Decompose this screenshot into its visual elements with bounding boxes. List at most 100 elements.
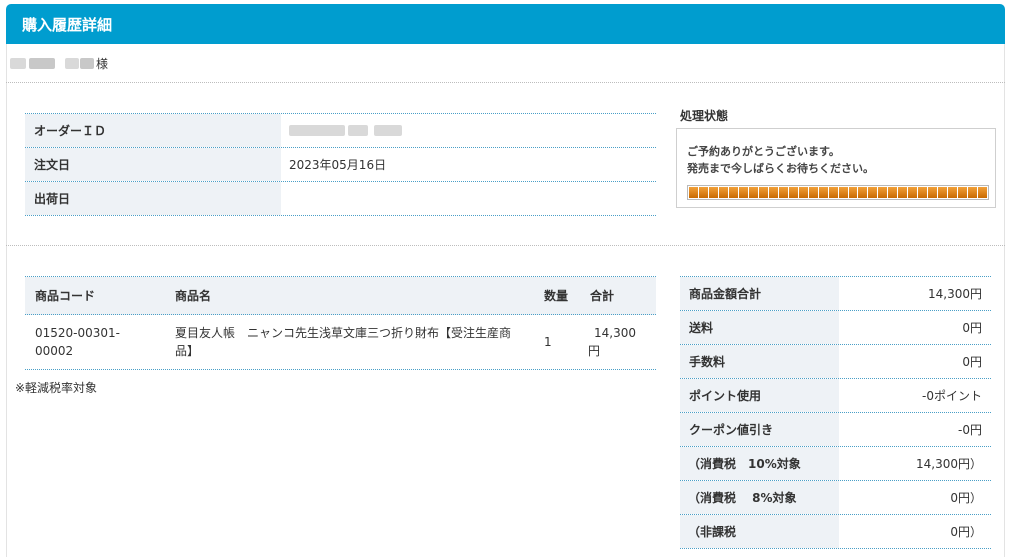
summary-label: （非課税 bbox=[680, 515, 839, 548]
summary-label: 手数料 bbox=[680, 345, 839, 378]
progress-segment bbox=[788, 187, 798, 198]
redacted-order-id bbox=[348, 125, 368, 136]
progress-segment bbox=[758, 187, 768, 198]
item-code: 01520-00301- 00002 bbox=[25, 324, 165, 360]
progress-segment bbox=[908, 187, 918, 198]
progress-segment bbox=[738, 187, 748, 198]
summary-row: 手数料 0円 bbox=[680, 345, 991, 379]
summary-row: （消費税 10%対象 14,300円） bbox=[680, 447, 991, 481]
progress-segment bbox=[808, 187, 818, 198]
summary-label: クーポン値引き bbox=[680, 413, 839, 446]
order-id-value bbox=[281, 114, 656, 147]
ship-date-label: 出荷日 bbox=[25, 182, 281, 215]
summary-label: ポイント使用 bbox=[680, 379, 839, 412]
summary-value: 14,300円） bbox=[916, 457, 982, 471]
progress-segment bbox=[748, 187, 758, 198]
page-title: 購入履歴詳細 bbox=[22, 16, 113, 34]
item-qty: 1 bbox=[544, 335, 552, 349]
progress-segment bbox=[718, 187, 728, 198]
summary-value: -0ポイント bbox=[922, 389, 982, 403]
summary-label: （消費税 10%対象 bbox=[680, 447, 839, 480]
progress-segment bbox=[968, 187, 978, 198]
item-code-line: 01520-00301- bbox=[35, 326, 121, 340]
summary-row: 送料 0円 bbox=[680, 311, 991, 345]
progress-segment bbox=[728, 187, 738, 198]
progress-segment bbox=[858, 187, 868, 198]
item-total-line: 14,300 bbox=[594, 326, 636, 340]
progress-segment bbox=[798, 187, 808, 198]
customer-name: 様 bbox=[10, 55, 108, 71]
items-header-row: 商品コード 商品名 数量 合計 bbox=[25, 277, 656, 315]
progress-segment bbox=[928, 187, 938, 198]
col-header-code: 商品コード bbox=[35, 289, 96, 303]
progress-segment bbox=[848, 187, 858, 198]
progress-segment bbox=[888, 187, 898, 198]
progress-segment bbox=[818, 187, 828, 198]
progress-segment bbox=[838, 187, 848, 198]
progress-segment bbox=[878, 187, 888, 198]
order-date-value: 2023年05月16日 bbox=[289, 158, 387, 172]
item-name-line: 品】 bbox=[175, 344, 200, 358]
divider bbox=[6, 245, 1005, 246]
status-label: 処理状態 bbox=[680, 109, 729, 123]
summary-value: 0円） bbox=[950, 491, 982, 505]
summary-label: 商品金額合計 bbox=[680, 277, 839, 310]
item-total-line: 円 bbox=[588, 344, 601, 358]
order-row-date: 注文日 2023年05月16日 bbox=[25, 148, 656, 182]
col-header-name: 商品名 bbox=[175, 289, 212, 303]
progress-segment bbox=[708, 187, 718, 198]
items-table: 商品コード 商品名 数量 合計 01520-00301- 00002 夏目友人帳… bbox=[25, 276, 656, 370]
status-message: ご予約ありがとうございます。 発売まで今しばらくお待ちください。 bbox=[687, 143, 874, 177]
progress-segment bbox=[948, 187, 958, 198]
progress-segment bbox=[958, 187, 968, 198]
summary-table: 商品金額合計 14,300円 送料 0円 手数料 0円 ポイント使用 -0ポイン… bbox=[680, 276, 991, 549]
redacted-name bbox=[29, 57, 55, 69]
status-message-line: ご予約ありがとうございます。 bbox=[687, 145, 840, 158]
status-box: ご予約ありがとうございます。 発売まで今しばらくお待ちください。 bbox=[676, 128, 996, 208]
redacted-order-id bbox=[289, 125, 345, 136]
progress-segment bbox=[938, 187, 948, 198]
redacted-order-id bbox=[374, 125, 402, 136]
redacted-name bbox=[10, 57, 26, 69]
item-code-line: 00002 bbox=[35, 344, 74, 358]
summary-row: （消費税 8%対象 0円） bbox=[680, 481, 991, 515]
customer-honorific: 様 bbox=[96, 56, 109, 71]
status-progress-bar bbox=[687, 185, 989, 200]
col-header-total: 合計 bbox=[590, 289, 615, 303]
progress-segment bbox=[868, 187, 878, 198]
summary-value: 0円 bbox=[962, 321, 982, 335]
table-row: 01520-00301- 00002 夏目友人帳 ニャンコ先生浅草文庫三つ折り財… bbox=[25, 315, 656, 370]
summary-value: -0円 bbox=[958, 423, 982, 437]
progress-segment bbox=[898, 187, 908, 198]
item-name-line: 夏目友人帳 ニャンコ先生浅草文庫三つ折り財布【受注生産商 bbox=[175, 326, 512, 340]
summary-value: 14,300円 bbox=[928, 287, 982, 301]
page-header: 購入履歴詳細 bbox=[6, 4, 1005, 44]
summary-value: 0円） bbox=[950, 525, 982, 539]
progress-segment bbox=[918, 187, 928, 198]
item-total: 14,300 円 bbox=[580, 324, 656, 360]
progress-segment bbox=[698, 187, 708, 198]
progress-segment bbox=[689, 187, 698, 198]
ship-date-value bbox=[281, 182, 656, 215]
progress-segment bbox=[978, 187, 988, 198]
item-name: 夏目友人帳 ニャンコ先生浅草文庫三つ折り財布【受注生産商 品】 bbox=[165, 324, 534, 360]
divider bbox=[6, 82, 1005, 83]
status-message-line: 発売まで今しばらくお待ちください。 bbox=[687, 162, 874, 175]
summary-row: 商品金額合計 14,300円 bbox=[680, 277, 991, 311]
order-info-table: オーダーＩＤ 注文日 2023年05月16日 出荷日 bbox=[25, 113, 656, 216]
summary-row: ポイント使用 -0ポイント bbox=[680, 379, 991, 413]
col-header-qty: 数量 bbox=[544, 289, 569, 303]
order-id-label: オーダーＩＤ bbox=[25, 114, 281, 147]
progress-segment bbox=[768, 187, 778, 198]
summary-row: クーポン値引き -0円 bbox=[680, 413, 991, 447]
progress-segment bbox=[828, 187, 838, 198]
summary-value: 0円 bbox=[962, 355, 982, 369]
summary-label: （消費税 8%対象 bbox=[680, 481, 839, 514]
order-row-ship: 出荷日 bbox=[25, 182, 656, 216]
redacted-name bbox=[65, 57, 79, 69]
redacted-name bbox=[80, 57, 94, 69]
progress-segment bbox=[778, 187, 788, 198]
order-row-id: オーダーＩＤ bbox=[25, 114, 656, 148]
summary-label: 送料 bbox=[680, 311, 839, 344]
summary-row: （非課税 0円） bbox=[680, 515, 991, 549]
